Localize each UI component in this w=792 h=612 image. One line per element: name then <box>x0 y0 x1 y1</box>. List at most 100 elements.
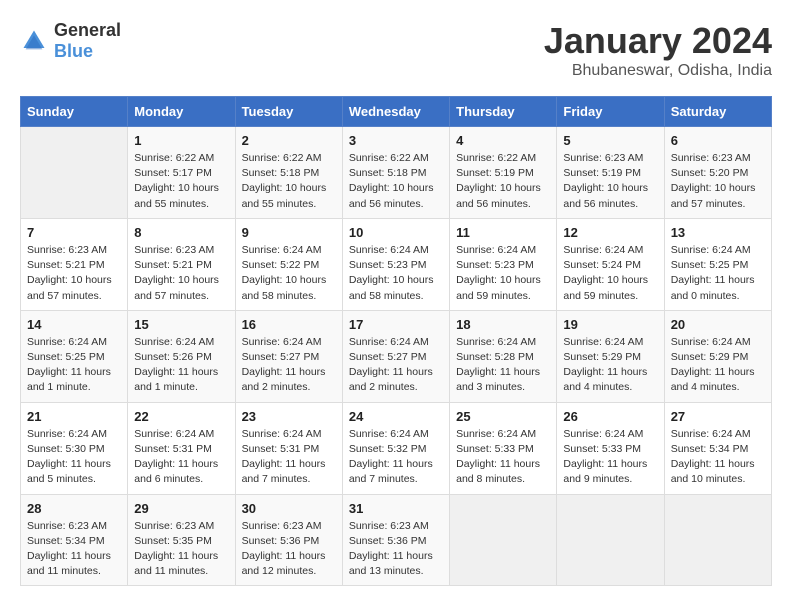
day-header-tuesday: Tuesday <box>235 97 342 127</box>
day-header-wednesday: Wednesday <box>342 97 449 127</box>
day-number: 18 <box>456 317 550 332</box>
day-number: 19 <box>563 317 657 332</box>
calendar-cell: 26 Sunrise: 6:24 AM Sunset: 5:33 PM Dayli… <box>557 402 664 494</box>
day-number: 13 <box>671 225 765 240</box>
day-info: Sunrise: 6:22 AM Sunset: 5:19 PM Dayligh… <box>456 151 550 212</box>
calendar-cell <box>21 127 128 219</box>
day-number: 22 <box>134 409 228 424</box>
day-info: Sunrise: 6:24 AM Sunset: 5:32 PM Dayligh… <box>349 427 443 488</box>
day-number: 31 <box>349 501 443 516</box>
calendar-cell: 15Sunrise: 6:24 AM Sunset: 5:26 PM Dayli… <box>128 310 235 402</box>
day-info: Sunrise: 6:24 AM Sunset: 5:22 PM Dayligh… <box>242 243 336 304</box>
calendar-cell: 30 Sunrise: 6:23 AM Sunset: 5:36 PM Dayli… <box>235 494 342 586</box>
calendar-cell: 25 Sunrise: 6:24 AM Sunset: 5:33 PM Dayli… <box>450 402 557 494</box>
day-header-saturday: Saturday <box>664 97 771 127</box>
day-number: 5 <box>563 133 657 148</box>
calendar-cell <box>450 494 557 586</box>
day-info: Sunrise: 6:24 AM Sunset: 5:24 PM Dayligh… <box>563 243 657 304</box>
day-number: 8 <box>134 225 228 240</box>
day-number: 29 <box>134 501 228 516</box>
day-info: Sunrise: 6:24 AM Sunset: 5:30 PM Dayligh… <box>27 427 121 488</box>
calendar-cell: 22Sunrise: 6:24 AM Sunset: 5:31 PM Dayli… <box>128 402 235 494</box>
calendar-week-row: 7 Sunrise: 6:23 AM Sunset: 5:21 PM Daylig… <box>21 218 772 310</box>
day-info: Sunrise: 6:24 AM Sunset: 5:31 PM Dayligh… <box>242 427 336 488</box>
day-info: Sunrise: 6:23 AM Sunset: 5:20 PM Dayligh… <box>671 151 765 212</box>
day-header-thursday: Thursday <box>450 97 557 127</box>
day-info: Sunrise: 6:24 AM Sunset: 5:25 PM Dayligh… <box>27 335 121 396</box>
calendar-week-row: 14 Sunrise: 6:24 AM Sunset: 5:25 PM Dayli… <box>21 310 772 402</box>
calendar-cell: 21Sunrise: 6:24 AM Sunset: 5:30 PM Dayli… <box>21 402 128 494</box>
calendar-header-row: SundayMondayTuesdayWednesdayThursdayFrid… <box>21 97 772 127</box>
day-number: 25 <box>456 409 550 424</box>
day-info: Sunrise: 6:23 AM Sunset: 5:36 PM Dayligh… <box>349 519 443 580</box>
day-number: 30 <box>242 501 336 516</box>
calendar-cell <box>557 494 664 586</box>
day-info: Sunrise: 6:24 AM Sunset: 5:34 PM Dayligh… <box>671 427 765 488</box>
calendar-cell: 27 Sunrise: 6:24 AM Sunset: 5:34 PM Dayli… <box>664 402 771 494</box>
day-info: Sunrise: 6:23 AM Sunset: 5:21 PM Dayligh… <box>134 243 228 304</box>
calendar-cell: 1Sunrise: 6:22 AM Sunset: 5:17 PM Daylig… <box>128 127 235 219</box>
day-info: Sunrise: 6:24 AM Sunset: 5:28 PM Dayligh… <box>456 335 550 396</box>
day-number: 7 <box>27 225 121 240</box>
day-info: Sunrise: 6:24 AM Sunset: 5:33 PM Dayligh… <box>563 427 657 488</box>
calendar-cell: 6Sunrise: 6:23 AM Sunset: 5:20 PM Daylig… <box>664 127 771 219</box>
calendar-cell: 10 Sunrise: 6:24 AM Sunset: 5:23 PM Dayli… <box>342 218 449 310</box>
day-number: 1 <box>134 133 228 148</box>
day-info: Sunrise: 6:23 AM Sunset: 5:36 PM Dayligh… <box>242 519 336 580</box>
day-number: 3 <box>349 133 443 148</box>
calendar-cell: 12 Sunrise: 6:24 AM Sunset: 5:24 PM Dayli… <box>557 218 664 310</box>
day-info: Sunrise: 6:24 AM Sunset: 5:26 PM Dayligh… <box>134 335 228 396</box>
day-info: Sunrise: 6:24 AM Sunset: 5:23 PM Dayligh… <box>349 243 443 304</box>
calendar-cell: 11Sunrise: 6:24 AM Sunset: 5:23 PM Dayli… <box>450 218 557 310</box>
day-info: Sunrise: 6:22 AM Sunset: 5:18 PM Dayligh… <box>242 151 336 212</box>
location-subtitle: Bhubaneswar, Odisha, India <box>544 62 772 80</box>
day-number: 27 <box>671 409 765 424</box>
day-number: 10 <box>349 225 443 240</box>
calendar-cell: 24 Sunrise: 6:24 AM Sunset: 5:32 PM Dayli… <box>342 402 449 494</box>
calendar-table: SundayMondayTuesdayWednesdayThursdayFrid… <box>20 96 772 586</box>
title-section: January 2024 Bhubaneswar, Odisha, India <box>544 20 772 80</box>
calendar-cell: 19Sunrise: 6:24 AM Sunset: 5:29 PM Dayli… <box>557 310 664 402</box>
calendar-cell: 14 Sunrise: 6:24 AM Sunset: 5:25 PM Dayli… <box>21 310 128 402</box>
calendar-cell: 13 Sunrise: 6:24 AM Sunset: 5:25 PM Dayli… <box>664 218 771 310</box>
day-info: Sunrise: 6:24 AM Sunset: 5:29 PM Dayligh… <box>671 335 765 396</box>
day-info: Sunrise: 6:23 AM Sunset: 5:21 PM Dayligh… <box>27 243 121 304</box>
calendar-cell: 20 Sunrise: 6:24 AM Sunset: 5:29 PM Dayli… <box>664 310 771 402</box>
day-number: 2 <box>242 133 336 148</box>
day-info: Sunrise: 6:23 AM Sunset: 5:19 PM Dayligh… <box>563 151 657 212</box>
calendar-cell: 2 Sunrise: 6:22 AM Sunset: 5:18 PM Daylig… <box>235 127 342 219</box>
day-number: 9 <box>242 225 336 240</box>
day-number: 26 <box>563 409 657 424</box>
day-number: 24 <box>349 409 443 424</box>
day-number: 23 <box>242 409 336 424</box>
calendar-cell: 23 Sunrise: 6:24 AM Sunset: 5:31 PM Dayli… <box>235 402 342 494</box>
day-header-friday: Friday <box>557 97 664 127</box>
calendar-cell: 9 Sunrise: 6:24 AM Sunset: 5:22 PM Daylig… <box>235 218 342 310</box>
calendar-cell: 8 Sunrise: 6:23 AM Sunset: 5:21 PM Daylig… <box>128 218 235 310</box>
day-number: 20 <box>671 317 765 332</box>
day-info: Sunrise: 6:23 AM Sunset: 5:35 PM Dayligh… <box>134 519 228 580</box>
day-info: Sunrise: 6:24 AM Sunset: 5:27 PM Dayligh… <box>349 335 443 396</box>
calendar-cell: 29 Sunrise: 6:23 AM Sunset: 5:35 PM Dayli… <box>128 494 235 586</box>
day-info: Sunrise: 6:23 AM Sunset: 5:34 PM Dayligh… <box>27 519 121 580</box>
logo-icon <box>20 27 48 55</box>
calendar-cell: 28 Sunrise: 6:23 AM Sunset: 5:34 PM Dayli… <box>21 494 128 586</box>
logo-text: General Blue <box>54 20 121 62</box>
day-number: 17 <box>349 317 443 332</box>
day-number: 4 <box>456 133 550 148</box>
day-number: 14 <box>27 317 121 332</box>
day-number: 12 <box>563 225 657 240</box>
calendar-cell: 31 Sunrise: 6:23 AM Sunset: 5:36 PM Dayli… <box>342 494 449 586</box>
calendar-cell: 5 Sunrise: 6:23 AM Sunset: 5:19 PM Daylig… <box>557 127 664 219</box>
day-number: 11 <box>456 225 550 240</box>
calendar-week-row: 1Sunrise: 6:22 AM Sunset: 5:17 PM Daylig… <box>21 127 772 219</box>
day-info: Sunrise: 6:24 AM Sunset: 5:25 PM Dayligh… <box>671 243 765 304</box>
calendar-week-row: 21Sunrise: 6:24 AM Sunset: 5:30 PM Dayli… <box>21 402 772 494</box>
calendar-cell <box>664 494 771 586</box>
calendar-week-row: 28 Sunrise: 6:23 AM Sunset: 5:34 PM Dayli… <box>21 494 772 586</box>
day-header-monday: Monday <box>128 97 235 127</box>
day-number: 28 <box>27 501 121 516</box>
day-info: Sunrise: 6:22 AM Sunset: 5:18 PM Dayligh… <box>349 151 443 212</box>
page-header: General Blue January 2024 Bhubaneswar, O… <box>20 20 772 80</box>
day-info: Sunrise: 6:24 AM Sunset: 5:33 PM Dayligh… <box>456 427 550 488</box>
